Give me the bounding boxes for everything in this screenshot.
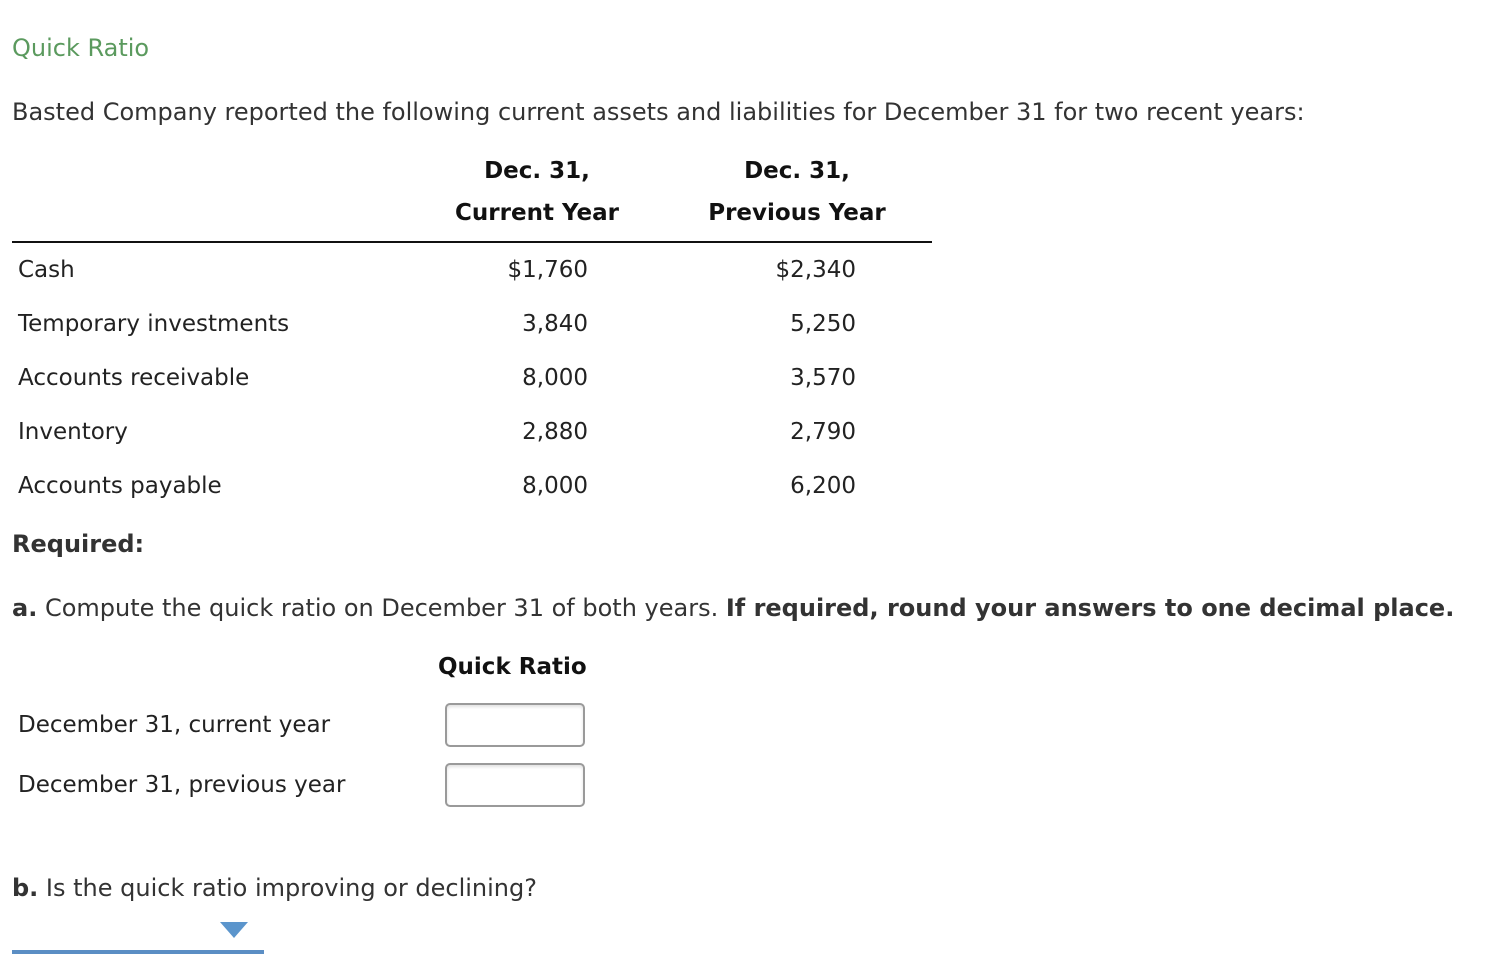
row-label: Inventory xyxy=(18,419,128,445)
part-a-text: Compute the quick ratio on December 31 o… xyxy=(37,594,726,622)
quick-ratio-current-year-input[interactable] xyxy=(445,703,585,747)
page-title: Quick Ratio xyxy=(12,34,150,62)
col-header-previous-line1: Dec. 31, xyxy=(744,158,850,184)
current-year-input-label: December 31, current year xyxy=(18,712,331,738)
previous-year-value: 2,790 xyxy=(790,419,856,445)
previous-year-input-label: December 31, previous year xyxy=(18,772,346,798)
dropdown-underline xyxy=(12,950,264,954)
dropdown-arrow-icon[interactable] xyxy=(220,922,248,938)
part-a-emphasis: If required, round your answers to one d… xyxy=(725,594,1455,622)
improving-declining-dropdown[interactable] xyxy=(12,914,264,954)
problem-intro: Basted Company reported the following cu… xyxy=(12,98,1305,126)
current-year-value: 3,840 xyxy=(522,311,588,337)
row-label: Temporary investments xyxy=(18,311,290,337)
required-heading: Required: xyxy=(12,530,145,558)
previous-year-value: $2,340 xyxy=(775,257,856,283)
current-year-value: 8,000 xyxy=(522,365,588,391)
row-label: Cash xyxy=(18,257,75,283)
current-year-value: 2,880 xyxy=(522,419,588,445)
col-header-current-line2: Current Year xyxy=(455,200,619,226)
part-a-instructions: a. Compute the quick ratio on December 3… xyxy=(12,594,1454,622)
previous-year-value: 3,570 xyxy=(790,365,856,391)
row-label: Accounts receivable xyxy=(18,365,250,391)
col-header-current-line1: Dec. 31, xyxy=(484,158,590,184)
part-b-text: Is the quick ratio improving or declinin… xyxy=(38,874,537,902)
quick-ratio-previous-year-input[interactable] xyxy=(445,763,585,807)
part-b-prefix: b. xyxy=(12,874,39,902)
current-year-value: 8,000 xyxy=(522,473,588,499)
row-label: Accounts payable xyxy=(18,473,222,499)
part-b-question: b. Is the quick ratio improving or decli… xyxy=(12,874,537,902)
previous-year-value: 6,200 xyxy=(790,473,856,499)
current-year-value: $1,760 xyxy=(507,257,588,283)
part-a-prefix: a. xyxy=(12,594,38,622)
col-header-previous-line2: Previous Year xyxy=(708,200,886,226)
table-header-rule xyxy=(12,241,932,243)
previous-year-value: 5,250 xyxy=(790,311,856,337)
quick-ratio-column-header: Quick Ratio xyxy=(438,654,587,680)
